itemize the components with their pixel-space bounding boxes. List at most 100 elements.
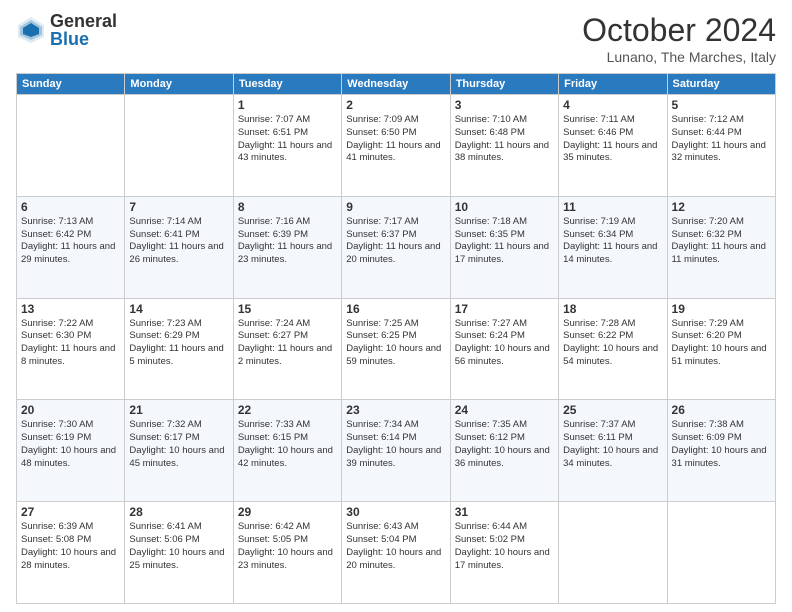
calendar-cell: 23 Sunrise: 7:34 AM Sunset: 6:14 PM Dayli… <box>342 400 450 502</box>
day-number: 27 <box>21 505 120 519</box>
day-number: 26 <box>672 403 771 417</box>
day-number: 29 <box>238 505 337 519</box>
day-number: 12 <box>672 200 771 214</box>
day-info: Sunrise: 7:28 AM Sunset: 6:22 PM Dayligh… <box>563 318 662 369</box>
calendar-cell: 4Sunrise: 7:11 AM Sunset: 6:46 PM Daylig… <box>559 95 667 197</box>
calendar-week-3: 13Sunrise: 7:22 AM Sunset: 6:30 PM Dayli… <box>17 298 776 400</box>
day-info: Sunrise: 6:39 AM Sunset: 5:08 PM Dayligh… <box>21 521 120 572</box>
day-info: Sunrise: 7:14 AM Sunset: 6:41 PM Dayligh… <box>129 216 228 267</box>
calendar-cell: 12 Sunrise: 7:20 AM Sunset: 6:32 PM Dayli… <box>667 196 775 298</box>
day-info: Sunrise: 7:23 AM Sunset: 6:29 PM Dayligh… <box>129 318 228 369</box>
day-number: 2 <box>346 98 445 112</box>
calendar-week-1: 1 Sunrise: 7:07 AM Sunset: 6:51 PM Daylig… <box>17 95 776 197</box>
day-number: 11 <box>563 200 662 214</box>
calendar-cell: 20Sunrise: 7:30 AM Sunset: 6:19 PM Dayli… <box>17 400 125 502</box>
weekday-header-sunday: Sunday <box>17 74 125 95</box>
day-number: 30 <box>346 505 445 519</box>
calendar-cell: 1 Sunrise: 7:07 AM Sunset: 6:51 PM Daylig… <box>233 95 341 197</box>
day-info: Sunrise: 7:37 AM Sunset: 6:11 PM Dayligh… <box>563 419 662 470</box>
day-number: 20 <box>21 403 120 417</box>
calendar-cell: 14 Sunrise: 7:23 AM Sunset: 6:29 PM Dayli… <box>125 298 233 400</box>
day-number: 21 <box>129 403 228 417</box>
logo-text: General Blue <box>50 12 117 48</box>
calendar-cell: 26 Sunrise: 7:38 AM Sunset: 6:09 PM Dayli… <box>667 400 775 502</box>
day-number: 16 <box>346 302 445 316</box>
day-info: Sunrise: 6:42 AM Sunset: 5:05 PM Dayligh… <box>238 521 337 572</box>
calendar-cell: 30Sunrise: 6:43 AM Sunset: 5:04 PM Dayli… <box>342 502 450 604</box>
day-info: Sunrise: 7:16 AM Sunset: 6:39 PM Dayligh… <box>238 216 337 267</box>
day-info: Sunrise: 7:19 AM Sunset: 6:34 PM Dayligh… <box>563 216 662 267</box>
calendar-header-row: SundayMondayTuesdayWednesdayThursdayFrid… <box>17 74 776 95</box>
calendar-cell: 28 Sunrise: 6:41 AM Sunset: 5:06 PM Dayli… <box>125 502 233 604</box>
calendar-cell: 9 Sunrise: 7:17 AM Sunset: 6:37 PM Daylig… <box>342 196 450 298</box>
day-number: 18 <box>563 302 662 316</box>
day-number: 17 <box>455 302 554 316</box>
day-info: Sunrise: 7:17 AM Sunset: 6:37 PM Dayligh… <box>346 216 445 267</box>
day-info: Sunrise: 7:18 AM Sunset: 6:35 PM Dayligh… <box>455 216 554 267</box>
calendar-cell: 7 Sunrise: 7:14 AM Sunset: 6:41 PM Daylig… <box>125 196 233 298</box>
day-info: Sunrise: 7:12 AM Sunset: 6:44 PM Dayligh… <box>672 114 771 165</box>
day-number: 9 <box>346 200 445 214</box>
calendar-cell: 10 Sunrise: 7:18 AM Sunset: 6:35 PM Dayli… <box>450 196 558 298</box>
day-info: Sunrise: 7:07 AM Sunset: 6:51 PM Dayligh… <box>238 114 337 165</box>
logo: General Blue <box>16 12 117 48</box>
day-number: 8 <box>238 200 337 214</box>
calendar-table: SundayMondayTuesdayWednesdayThursdayFrid… <box>16 73 776 604</box>
calendar-cell: 25Sunrise: 7:37 AM Sunset: 6:11 PM Dayli… <box>559 400 667 502</box>
calendar-cell <box>667 502 775 604</box>
day-number: 10 <box>455 200 554 214</box>
calendar-cell <box>559 502 667 604</box>
header: General Blue October 2024 Lunano, The Ma… <box>16 12 776 65</box>
calendar-cell: 16 Sunrise: 7:25 AM Sunset: 6:25 PM Dayli… <box>342 298 450 400</box>
day-number: 31 <box>455 505 554 519</box>
calendar-cell: 2Sunrise: 7:09 AM Sunset: 6:50 PM Daylig… <box>342 95 450 197</box>
page: General Blue October 2024 Lunano, The Ma… <box>0 0 792 612</box>
calendar-week-5: 27 Sunrise: 6:39 AM Sunset: 5:08 PM Dayli… <box>17 502 776 604</box>
calendar-cell: 21 Sunrise: 7:32 AM Sunset: 6:17 PM Dayli… <box>125 400 233 502</box>
day-info: Sunrise: 7:34 AM Sunset: 6:14 PM Dayligh… <box>346 419 445 470</box>
location: Lunano, The Marches, Italy <box>582 49 776 65</box>
calendar-cell: 15 Sunrise: 7:24 AM Sunset: 6:27 PM Dayli… <box>233 298 341 400</box>
logo-general: General <box>50 12 117 30</box>
day-info: Sunrise: 7:20 AM Sunset: 6:32 PM Dayligh… <box>672 216 771 267</box>
day-info: Sunrise: 7:27 AM Sunset: 6:24 PM Dayligh… <box>455 318 554 369</box>
day-info: Sunrise: 6:41 AM Sunset: 5:06 PM Dayligh… <box>129 521 228 572</box>
day-info: Sunrise: 7:13 AM Sunset: 6:42 PM Dayligh… <box>21 216 120 267</box>
day-number: 5 <box>672 98 771 112</box>
calendar-week-4: 20Sunrise: 7:30 AM Sunset: 6:19 PM Dayli… <box>17 400 776 502</box>
day-info: Sunrise: 6:44 AM Sunset: 5:02 PM Dayligh… <box>455 521 554 572</box>
logo-blue: Blue <box>50 30 117 48</box>
day-info: Sunrise: 7:22 AM Sunset: 6:30 PM Dayligh… <box>21 318 120 369</box>
weekday-header-tuesday: Tuesday <box>233 74 341 95</box>
calendar-cell <box>125 95 233 197</box>
calendar-cell: 17 Sunrise: 7:27 AM Sunset: 6:24 PM Dayli… <box>450 298 558 400</box>
day-number: 3 <box>455 98 554 112</box>
day-number: 24 <box>455 403 554 417</box>
day-info: Sunrise: 7:32 AM Sunset: 6:17 PM Dayligh… <box>129 419 228 470</box>
day-info: Sunrise: 7:33 AM Sunset: 6:15 PM Dayligh… <box>238 419 337 470</box>
calendar-cell: 6 Sunrise: 7:13 AM Sunset: 6:42 PM Daylig… <box>17 196 125 298</box>
calendar-cell: 22 Sunrise: 7:33 AM Sunset: 6:15 PM Dayli… <box>233 400 341 502</box>
calendar-cell: 31 Sunrise: 6:44 AM Sunset: 5:02 PM Dayli… <box>450 502 558 604</box>
calendar-cell <box>17 95 125 197</box>
day-number: 14 <box>129 302 228 316</box>
day-info: Sunrise: 7:35 AM Sunset: 6:12 PM Dayligh… <box>455 419 554 470</box>
calendar-cell: 5 Sunrise: 7:12 AM Sunset: 6:44 PM Daylig… <box>667 95 775 197</box>
day-number: 1 <box>238 98 337 112</box>
day-info: Sunrise: 7:25 AM Sunset: 6:25 PM Dayligh… <box>346 318 445 369</box>
day-info: Sunrise: 7:38 AM Sunset: 6:09 PM Dayligh… <box>672 419 771 470</box>
day-info: Sunrise: 7:29 AM Sunset: 6:20 PM Dayligh… <box>672 318 771 369</box>
day-info: Sunrise: 7:24 AM Sunset: 6:27 PM Dayligh… <box>238 318 337 369</box>
month-title: October 2024 <box>582 12 776 49</box>
calendar-week-2: 6 Sunrise: 7:13 AM Sunset: 6:42 PM Daylig… <box>17 196 776 298</box>
day-number: 15 <box>238 302 337 316</box>
day-number: 28 <box>129 505 228 519</box>
day-number: 6 <box>21 200 120 214</box>
day-number: 23 <box>346 403 445 417</box>
day-info: Sunrise: 7:10 AM Sunset: 6:48 PM Dayligh… <box>455 114 554 165</box>
day-number: 7 <box>129 200 228 214</box>
calendar-cell: 19Sunrise: 7:29 AM Sunset: 6:20 PM Dayli… <box>667 298 775 400</box>
calendar-cell: 13Sunrise: 7:22 AM Sunset: 6:30 PM Dayli… <box>17 298 125 400</box>
calendar-cell: 11 Sunrise: 7:19 AM Sunset: 6:34 PM Dayli… <box>559 196 667 298</box>
day-number: 22 <box>238 403 337 417</box>
